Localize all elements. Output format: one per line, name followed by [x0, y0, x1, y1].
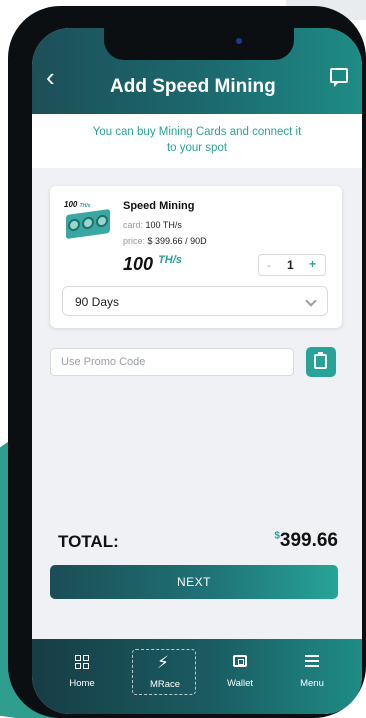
duration-select[interactable]: 90 Days — [62, 286, 328, 316]
next-button[interactable]: NEXT — [50, 565, 338, 599]
nav-label-menu: Menu — [300, 678, 324, 689]
promo-code-input[interactable]: Use Promo Code — [50, 348, 294, 376]
banner-line-1: You can buy Mining Cards and connect it — [92, 126, 302, 138]
card-spec-label: card: — [123, 220, 144, 230]
nav-item-menu[interactable]: Menu — [280, 649, 344, 695]
quantity-value: 1 — [287, 258, 294, 272]
phone-frame: ‹ Add Speed Mining You can buy Mining Ca… — [8, 6, 366, 718]
phone-notch — [104, 28, 294, 60]
product-name: Speed Mining — [123, 200, 195, 212]
price-spec-value: $ 399.66 / 90D — [147, 236, 207, 246]
chevron-down-icon — [305, 295, 317, 307]
fan-icon — [68, 218, 80, 232]
card-spec: card: 100 TH/s — [123, 220, 182, 230]
back-chevron-icon[interactable]: ‹ — [46, 62, 76, 92]
quantity-stepper: - 1 + — [258, 254, 326, 276]
fan-icon — [96, 214, 108, 228]
bottom-nav: Home ⚡︎ MRace Wallet Menu — [32, 639, 362, 714]
total-amount: $399.66 — [274, 530, 338, 552]
fan-icon — [82, 216, 94, 230]
nav-label-mrace: MRace — [149, 679, 181, 690]
miner-image-label-num: 100 — [64, 200, 78, 209]
nav-item-mrace[interactable]: ⚡︎ MRace — [132, 649, 196, 695]
camera-dot — [236, 38, 242, 44]
nav-label-wallet: Wallet — [226, 678, 254, 689]
hashrate-value: 100 — [123, 254, 154, 274]
hashrate-display: 100 TH/s — [123, 254, 182, 275]
banner-line-2: to your spot — [166, 142, 228, 154]
page-title: Add Speed Mining — [110, 76, 276, 97]
decrement-button[interactable]: - — [267, 258, 271, 272]
total-label: TOTAL: — [58, 532, 119, 551]
wallet-icon — [233, 655, 247, 667]
price-spec-label: price: — [123, 236, 146, 246]
miner-device-icon — [66, 208, 110, 240]
menu-icon — [305, 655, 319, 670]
hashrate-unit: TH/s — [158, 254, 182, 266]
chat-icon[interactable] — [330, 68, 348, 87]
product-card: 100 TH/s Speed Mining card: 100 TH/s pri… — [50, 186, 342, 328]
miner-image: 100 TH/s — [64, 200, 112, 242]
grid-icon — [75, 655, 89, 669]
info-banner: You can buy Mining Cards and connect it … — [32, 114, 362, 168]
bolt-icon: ⚡︎ — [157, 653, 169, 672]
duration-value: 90 Days — [75, 295, 120, 309]
paste-button[interactable] — [306, 347, 336, 377]
miner-image-label-unit: TH/s — [79, 203, 91, 209]
nav-label-home: Home — [69, 678, 95, 689]
card-spec-value: 100 TH/s — [145, 220, 182, 230]
app-screen: ‹ Add Speed Mining You can buy Mining Ca… — [32, 28, 362, 714]
clipboard-icon — [314, 352, 327, 369]
miner-image-label: 100 TH/s — [64, 200, 90, 209]
price-spec: price: $ 399.66 / 90D — [123, 236, 207, 246]
nav-item-wallet[interactable]: Wallet — [208, 649, 272, 695]
increment-button[interactable]: + — [309, 257, 316, 271]
nav-item-home[interactable]: Home — [50, 649, 114, 695]
total-value: 399.66 — [279, 530, 338, 551]
